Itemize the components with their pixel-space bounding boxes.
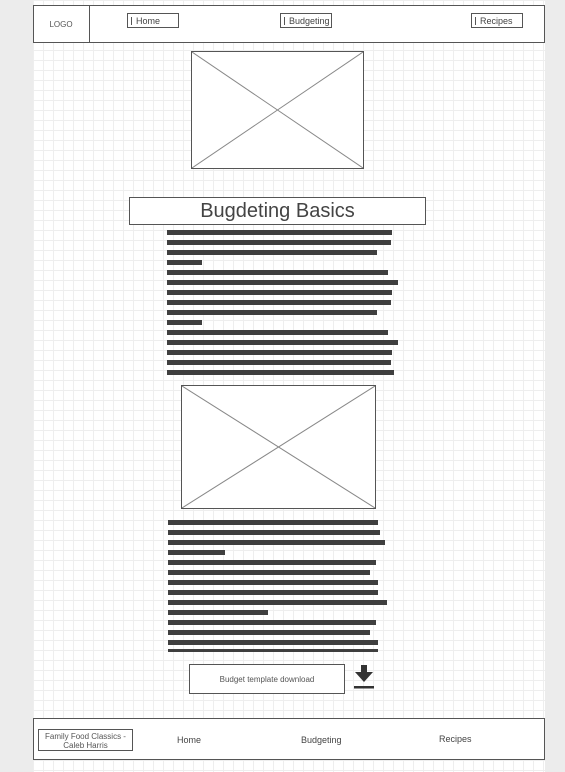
text-line-placeholder (168, 630, 370, 635)
footer-link-home[interactable]: Home (177, 735, 201, 745)
text-line-placeholder (168, 600, 387, 605)
footer-brand-line1: Family Food Classics - (45, 732, 126, 741)
text-cursor-icon (284, 16, 285, 25)
page-title: Bugdeting Basics (129, 197, 426, 225)
text-line-placeholder (168, 580, 378, 585)
text-line-placeholder (168, 540, 385, 545)
text-line-placeholder (167, 360, 391, 365)
text-line-placeholder (167, 300, 391, 305)
image-placeholder-icon (192, 52, 363, 168)
text-line-placeholder (168, 550, 225, 555)
text-line-placeholder (168, 610, 268, 615)
hero-image-placeholder (191, 51, 364, 169)
image-placeholder-icon (182, 386, 375, 508)
nav-home-label: Home (136, 15, 161, 26)
text-line-placeholder (167, 320, 202, 325)
text-cursor-icon (131, 16, 132, 25)
text-line-placeholder (167, 250, 377, 255)
site-logo[interactable]: LOGO (33, 5, 90, 43)
text-line-placeholder (167, 350, 392, 355)
text-line-placeholder (167, 290, 392, 295)
nav-recipes-button[interactable]: Recipes (471, 13, 523, 28)
footer-brand-line2: Caleb Harris (63, 741, 108, 750)
budget-template-download-button[interactable]: Budget template download (189, 664, 345, 694)
content-image-placeholder (181, 385, 376, 509)
text-line-placeholder (167, 260, 202, 265)
text-line-placeholder (167, 240, 391, 245)
text-line-placeholder (167, 230, 392, 235)
text-line-placeholder (167, 330, 388, 335)
text-line-placeholder (168, 649, 378, 652)
text-line-placeholder (168, 520, 378, 525)
text-line-placeholder (167, 280, 398, 285)
text-line-placeholder (168, 560, 376, 565)
text-cursor-icon (475, 16, 476, 25)
text-line-placeholder (168, 570, 370, 575)
text-line-placeholder (168, 530, 380, 535)
footer-link-recipes[interactable]: Recipes (439, 734, 472, 744)
text-line-placeholder (168, 620, 376, 625)
download-arrow-icon[interactable] (352, 664, 376, 690)
nav-budgeting-button[interactable]: Budgeting (280, 13, 332, 28)
footer-brand: Family Food Classics - Caleb Harris (38, 729, 133, 751)
nav-recipes-label: Recipes (480, 15, 513, 26)
text-line-placeholder (167, 340, 398, 345)
nav-home-button[interactable]: Home (127, 13, 179, 28)
text-line-placeholder (167, 310, 377, 315)
text-line-placeholder (167, 270, 388, 275)
text-line-placeholder (168, 640, 378, 645)
footer-link-budgeting[interactable]: Budgeting (301, 735, 342, 745)
text-line-placeholder (167, 370, 394, 375)
text-line-placeholder (168, 590, 378, 595)
nav-budgeting-label: Budgeting (289, 15, 330, 26)
